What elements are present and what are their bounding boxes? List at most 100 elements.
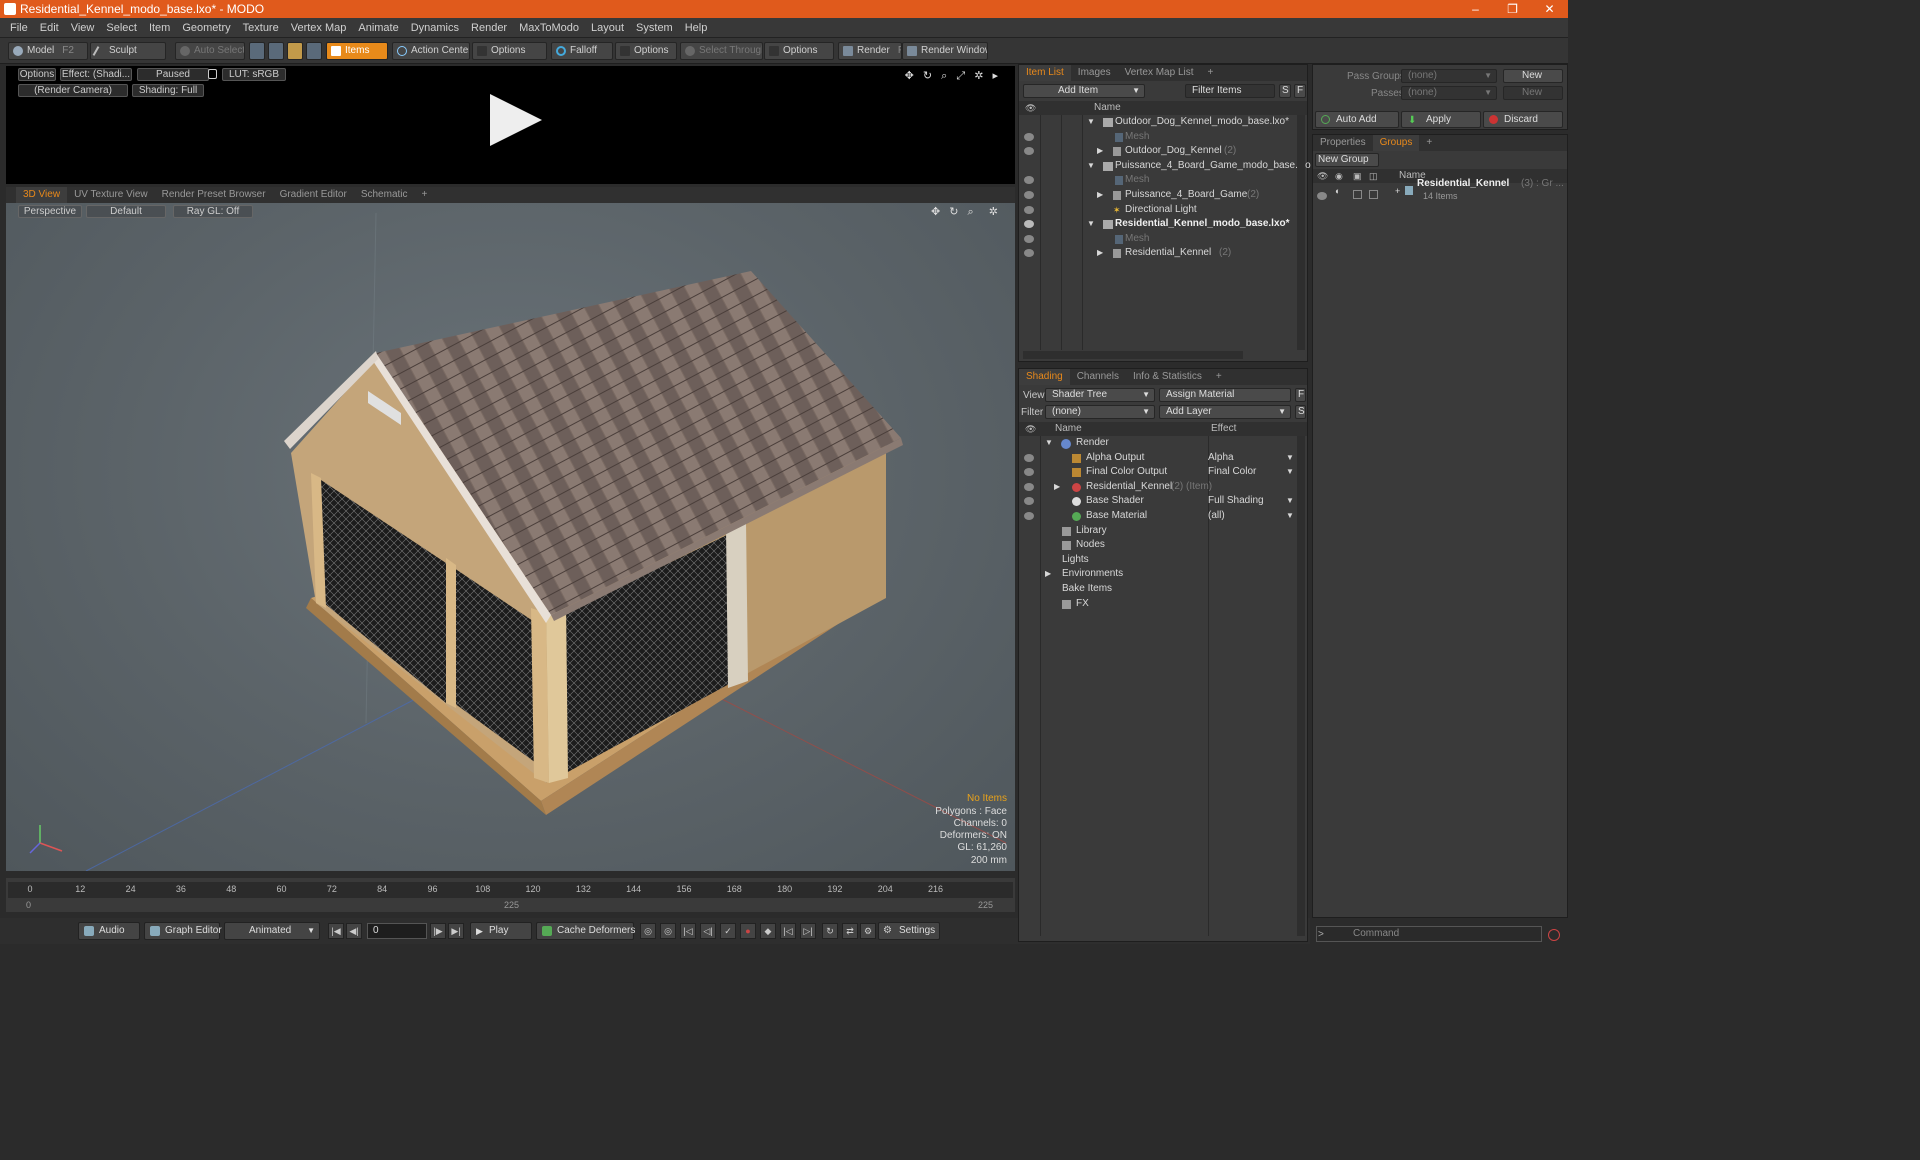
add-item-dropdown[interactable]: Add Item ▼ — [1023, 84, 1145, 98]
shading-dropdown[interactable]: Shading: Full — [132, 84, 204, 97]
minimize-button[interactable]: – — [1457, 0, 1494, 18]
discard-button[interactable]: Discard — [1483, 111, 1563, 128]
tab-render-preset-browser[interactable]: Render Preset Browser — [155, 187, 273, 203]
assign-material-dropdown[interactable]: Assign Material — [1159, 388, 1291, 402]
audio-button[interactable]: Audio — [78, 922, 140, 940]
menu-render[interactable]: Render — [465, 22, 513, 34]
menu-vertex-map[interactable]: Vertex Map — [285, 22, 353, 34]
lut-dropdown[interactable]: LUT: sRGB — [222, 68, 286, 81]
preview-nav-icons[interactable]: ✥ ↻ ⌕ ⤢ ✲ ▸ — [905, 69, 1001, 83]
list-item[interactable]: Final Color Output Final Color ▼ — [1019, 465, 1295, 480]
list-item[interactable]: ▼ Puissance_4_Board_Game_modo_base.lxo — [1019, 159, 1311, 174]
list-item[interactable]: Base Material (all) ▼ — [1019, 509, 1295, 524]
add-tab-button[interactable]: + — [1201, 65, 1221, 81]
eye-icon[interactable] — [1024, 205, 1034, 214]
cache-deformers-button[interactable]: Cache Deformers — [536, 922, 635, 940]
list-item[interactable]: Library — [1019, 524, 1295, 539]
s-button[interactable]: S — [1295, 405, 1306, 419]
effect-dropdown[interactable]: Alpha ▼ — [1208, 451, 1294, 466]
list-item[interactable]: Nodes — [1019, 538, 1295, 553]
tab-uv-texture-view[interactable]: UV Texture View — [67, 187, 155, 203]
expand-arrow-icon[interactable]: ▶ — [1045, 567, 1051, 582]
list-item[interactable]: Mesh — [1019, 232, 1295, 247]
settings-button[interactable]: ⚙ Settings — [878, 922, 940, 940]
current-frame-input[interactable]: 0 — [367, 923, 427, 939]
polygons-mode-icon[interactable] — [287, 42, 303, 60]
next-key-icon[interactable]: |▶ — [430, 923, 446, 939]
prev-frame-icon[interactable]: |◁ — [680, 923, 696, 939]
preview-paused-button[interactable]: Paused — [137, 68, 209, 81]
add-layer-dropdown[interactable]: Add Layer ▼ — [1159, 405, 1291, 419]
record-key-icon[interactable]: ◎ — [640, 923, 656, 939]
key-icon[interactable]: ✓ — [720, 923, 736, 939]
model-mode-button[interactable]: Model F2 — [8, 42, 88, 60]
shader-tree-scrollbar[interactable] — [1297, 436, 1305, 936]
list-item[interactable]: ▶ Outdoor_Dog_Kennel (2) — [1019, 144, 1295, 159]
falloff-button[interactable]: Falloff — [551, 42, 613, 60]
expand-arrow-icon[interactable]: ▶ — [1097, 144, 1103, 159]
edges-mode-icon[interactable] — [268, 42, 284, 60]
preview-options-button[interactable]: Options — [18, 68, 56, 81]
filter-s-button[interactable]: S — [1279, 84, 1291, 98]
expand-arrow-icon[interactable]: ▶ — [1054, 480, 1060, 495]
tab-info-statistics[interactable]: Info & Statistics — [1126, 369, 1209, 385]
tab-properties[interactable]: Properties — [1313, 135, 1373, 151]
record-macro-icon[interactable] — [1548, 929, 1560, 941]
animated-dropdown[interactable]: Animated ▼ — [224, 922, 320, 940]
render-preview[interactable]: Options Effect: (Shadi... Paused LUT: sR… — [6, 66, 1015, 184]
expand-icon[interactable]: + — [1395, 184, 1400, 199]
eye-icon[interactable] — [1024, 453, 1034, 462]
keyframe-icon[interactable]: ◆ — [760, 923, 776, 939]
step-back-icon[interactable]: |◁ — [780, 923, 796, 939]
falloff-options-button[interactable]: Options — [615, 42, 677, 60]
lock-checkbox[interactable] — [1353, 190, 1362, 199]
eye-icon[interactable] — [1024, 497, 1034, 506]
eye-icon[interactable] — [1024, 132, 1034, 141]
tab-vertex-map-list[interactable]: Vertex Map List — [1118, 65, 1201, 81]
add-tab-button[interactable]: + — [1419, 135, 1439, 151]
tab-gradient-editor[interactable]: Gradient Editor — [273, 187, 354, 203]
next-frame-icon[interactable]: ◁| — [700, 923, 716, 939]
menu-file[interactable]: File — [4, 22, 34, 34]
play-button[interactable]: ▶ Play — [470, 922, 532, 940]
list-item[interactable]: ▶ Puissance_4_Board_Game (2) — [1019, 188, 1295, 203]
menu-maxtomodo[interactable]: MaxToModo — [513, 22, 585, 34]
auto-key-icon[interactable]: ◎ — [660, 923, 676, 939]
tab-images[interactable]: Images — [1071, 65, 1118, 81]
new-pass-button[interactable]: New — [1503, 86, 1563, 100]
add-tab-button[interactable]: + — [1209, 369, 1229, 385]
menu-help[interactable]: Help — [679, 22, 714, 34]
filter-items-input[interactable]: Filter Items — [1185, 84, 1275, 98]
action-center-options-button[interactable]: Options — [472, 42, 547, 60]
filter-dropdown[interactable]: (none) ▼ — [1045, 405, 1155, 419]
action-center-button[interactable]: Action Center — [392, 42, 470, 60]
new-group-button[interactable]: New Group — [1315, 153, 1379, 167]
tab-channels[interactable]: Channels — [1070, 369, 1126, 385]
items-mode-button[interactable]: Items — [326, 42, 388, 60]
timeline[interactable]: 0 12 24 36 48 60 72 84 96 108 120 132 144 156 168 180 19… — [6, 878, 1015, 912]
list-item[interactable]: Bake Items — [1019, 582, 1295, 597]
effect-dropdown[interactable]: Final Color ▼ — [1208, 465, 1294, 480]
menu-layout[interactable]: Layout — [585, 22, 630, 34]
list-item[interactable]: FX — [1019, 597, 1295, 612]
effect-dropdown[interactable]: (all) ▼ — [1208, 509, 1294, 524]
step-forward-icon[interactable]: ▷| — [800, 923, 816, 939]
new-pass-group-button[interactable]: New — [1503, 69, 1563, 83]
list-item[interactable]: Mesh — [1019, 173, 1295, 188]
record-icon[interactable]: ● — [740, 923, 756, 939]
render-toggle-icon[interactable]: ◐ — [1335, 184, 1340, 199]
command-input[interactable]: Command — [1316, 926, 1542, 942]
eye-icon[interactable] — [1317, 192, 1327, 200]
list-item[interactable]: Alpha Output Alpha ▼ — [1019, 451, 1295, 466]
eye-icon[interactable] — [1024, 512, 1034, 520]
list-item[interactable]: ▼ Residential_Kennel_modo_base.lxo* — [1019, 217, 1295, 232]
add-tab-button[interactable]: + — [415, 187, 435, 203]
tab-shading[interactable]: Shading — [1019, 369, 1070, 385]
eye-icon[interactable] — [1024, 176, 1034, 185]
menu-dynamics[interactable]: Dynamics — [405, 22, 465, 34]
viewport-nav-icons[interactable]: ✥ ↻ ⌕ ✲ — [931, 205, 1001, 219]
view-dropdown[interactable]: Shader Tree ▼ — [1045, 388, 1155, 402]
menu-edit[interactable]: Edit — [34, 22, 65, 34]
select-checkbox[interactable] — [1369, 190, 1378, 199]
go-to-start-icon[interactable]: |◀ — [328, 923, 344, 939]
